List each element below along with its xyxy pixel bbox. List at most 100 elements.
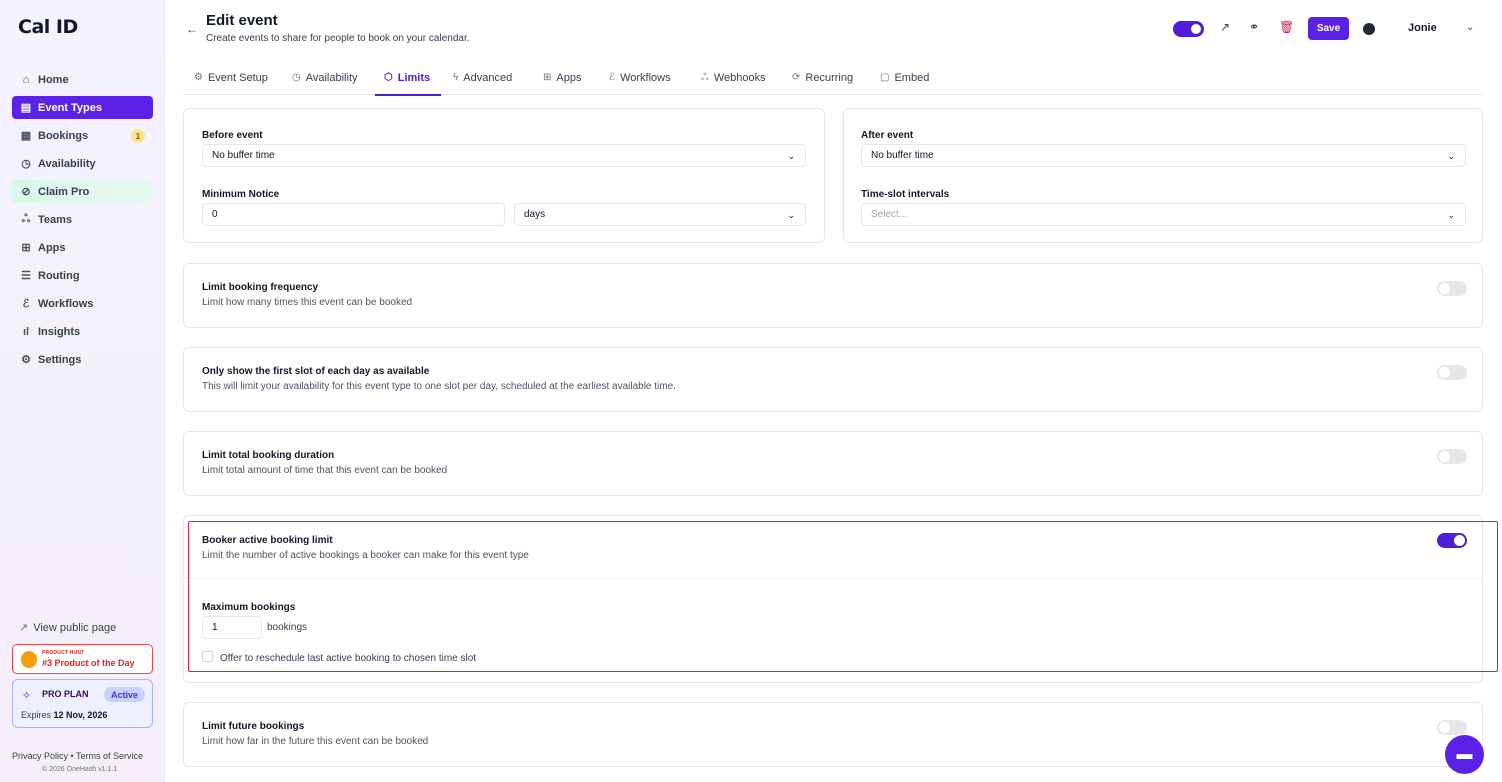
webhook-icon: ஃ <box>701 71 709 83</box>
after-event-select[interactable]: No buffer time ⌄ <box>861 144 1466 167</box>
limit-future-card: Limit future bookings Limit how far in t… <box>183 702 1483 767</box>
view-public-page-label: View public page <box>33 621 117 634</box>
tab-label: Apps <box>556 71 582 84</box>
product-hunt-label: PRODUCT HUNT <box>42 650 85 656</box>
sidebar-item-event-types[interactable]: ▤ Event Types <box>12 96 153 119</box>
sidebar-nav: ⌂ Home ▤ Event Types ▦ Bookings 1 ◷ Avai… <box>12 68 153 376</box>
tab-availability[interactable]: ◷ Availability <box>292 60 358 95</box>
tab-event-setup[interactable]: ⚙ Event Setup <box>194 60 268 95</box>
tab-recurring[interactable]: ⟳ Recurring <box>792 60 853 95</box>
tab-webhooks[interactable]: ஃ Webhooks <box>701 60 766 95</box>
sidebar-item-label: Home <box>38 73 69 86</box>
first-slot-toggle[interactable] <box>1437 365 1467 380</box>
user-name[interactable]: Jonie <box>1408 22 1437 34</box>
calendar-icon: ▦ <box>20 130 32 142</box>
tab-embed[interactable]: ▢ Embed <box>880 60 929 95</box>
pro-plan-title: PRO PLAN <box>42 689 89 699</box>
chat-support-button[interactable]: ▬ <box>1445 735 1484 774</box>
minimum-notice-unit-select[interactable]: days ⌄ <box>514 203 806 226</box>
limit-future-desc: Limit how far in the future this event c… <box>202 736 429 747</box>
sidebar-item-label: Insights <box>38 325 81 338</box>
sidebar-item-bookings[interactable]: ▦ Bookings 1 <box>12 124 153 147</box>
limit-future-toggle[interactable] <box>1437 720 1467 735</box>
avatar[interactable] <box>1363 23 1375 35</box>
page-title: Edit event <box>206 12 278 29</box>
tab-advanced[interactable]: ϟ Advanced <box>453 60 512 95</box>
pro-plan-expiry: Expires 12 Nov, 2026 <box>21 710 107 720</box>
sidebar-item-claim-pro[interactable]: ⊘ Claim Pro <box>12 180 153 203</box>
limit-frequency-title: Limit booking frequency <box>202 282 319 293</box>
limit-duration-title: Limit total booking duration <box>202 450 335 461</box>
sidebar-item-teams[interactable]: ஃ Teams <box>12 208 153 231</box>
tab-label: Workflows <box>620 71 671 84</box>
sidebar-item-label: Teams <box>38 213 73 226</box>
sidebar-item-settings[interactable]: ⚙ Settings <box>12 348 153 371</box>
link-icon[interactable]: ⚭ <box>1249 20 1259 34</box>
product-hunt-rank: #3 Product of the Day <box>42 658 135 668</box>
workflows-icon: ℰ <box>22 298 30 310</box>
view-public-page-link[interactable]: ↗ View public page <box>19 621 117 635</box>
after-buffer-card: After event No buffer time ⌄ Time-slot i… <box>843 108 1483 243</box>
sidebar-item-routing[interactable]: ☰ Routing <box>12 264 153 287</box>
minimum-notice-unit-value: days <box>524 209 546 220</box>
tab-label: Embed <box>894 71 930 84</box>
chevron-down-icon[interactable]: ⌄ <box>1466 22 1474 33</box>
limit-duration-card: Limit total booking duration Limit total… <box>183 431 1483 496</box>
users-icon: ஃ <box>21 212 31 225</box>
footer-links[interactable]: Privacy Policy • Terms of Service <box>12 751 143 761</box>
time-slot-intervals-placeholder: Select... <box>871 209 908 220</box>
tab-label: Advanced <box>463 71 513 84</box>
clock-icon: ◷ <box>21 158 31 170</box>
pro-plan-card[interactable]: ✧ PRO PLAN Active Expires 12 Nov, 2026 <box>12 679 153 728</box>
bookings-count-badge: 1 <box>131 129 145 143</box>
bolt-icon: ϟ <box>453 72 459 83</box>
after-event-value: No buffer time <box>871 150 934 161</box>
limit-duration-toggle[interactable] <box>1437 449 1467 464</box>
tab-label: Recurring <box>805 71 854 84</box>
home-icon: ⌂ <box>22 73 30 86</box>
clipboard-icon: ▢ <box>880 72 890 83</box>
first-slot-title: Only show the first slot of each day as … <box>202 366 430 377</box>
sidebar-item-workflows[interactable]: ℰ Workflows <box>12 292 153 315</box>
tab-label: Limits <box>397 71 431 84</box>
first-slot-card: Only show the first slot of each day as … <box>183 347 1483 412</box>
sparkle-icon: ✧ <box>22 690 32 702</box>
minimum-notice-input[interactable]: 0 <box>202 203 505 226</box>
sidebar-item-home[interactable]: ⌂ Home <box>12 68 153 91</box>
tab-apps[interactable]: ⊞ Apps <box>543 60 581 95</box>
trash-icon[interactable]: 🗑 <box>1279 20 1294 34</box>
before-event-select[interactable]: No buffer time ⌄ <box>202 144 806 167</box>
event-tabs: ⚙ Event Setup ◷ Availability ⬡ Limits ϟ … <box>183 60 1483 96</box>
back-arrow-icon[interactable]: ← <box>186 22 198 36</box>
sidebar-item-label: Bookings <box>38 129 89 142</box>
sidebar-item-label: Apps <box>38 241 66 254</box>
sidebar-item-label: Routing <box>38 269 80 282</box>
tab-limits[interactable]: ⬡ Limits <box>374 60 442 96</box>
after-event-label: After event <box>861 130 914 141</box>
time-slot-intervals-select[interactable]: Select... ⌄ <box>861 203 1466 226</box>
routing-icon: ☰ <box>21 270 31 282</box>
shield-icon: ⬡ <box>384 72 393 83</box>
gear-icon: ⚙ <box>194 72 203 83</box>
sidebar-item-availability[interactable]: ◷ Availability <box>12 152 153 175</box>
sidebar-item-label: Event Types <box>38 101 102 114</box>
tab-workflows[interactable]: ℰ Workflows <box>609 60 671 95</box>
pro-plan-status-badge: Active <box>104 687 145 702</box>
limit-frequency-toggle[interactable] <box>1437 281 1467 296</box>
sidebar-item-label: Availability <box>38 157 96 170</box>
external-link-icon: ↗ <box>19 622 29 634</box>
chevron-down-icon: ⌄ <box>787 210 795 220</box>
external-link-icon[interactable]: ↗ <box>1220 20 1230 34</box>
limit-duration-desc: Limit total amount of time that this eve… <box>202 465 448 476</box>
apps-icon: ⊞ <box>543 72 552 83</box>
product-hunt-badge[interactable]: PRODUCT HUNT #3 Product of the Day <box>12 644 153 674</box>
app-logo[interactable]: Cal ID <box>18 16 78 38</box>
sidebar-item-insights[interactable]: ıl Insights <box>12 320 153 343</box>
event-hidden-toggle[interactable] <box>1173 21 1204 37</box>
tab-label: Event Setup <box>207 71 268 84</box>
sidebar-item-apps[interactable]: ⊞ Apps <box>12 236 153 259</box>
clock-icon: ◷ <box>292 72 301 83</box>
sidebar-item-label: Settings <box>38 353 82 366</box>
medal-icon <box>21 651 37 668</box>
save-button[interactable]: Save <box>1308 17 1349 40</box>
